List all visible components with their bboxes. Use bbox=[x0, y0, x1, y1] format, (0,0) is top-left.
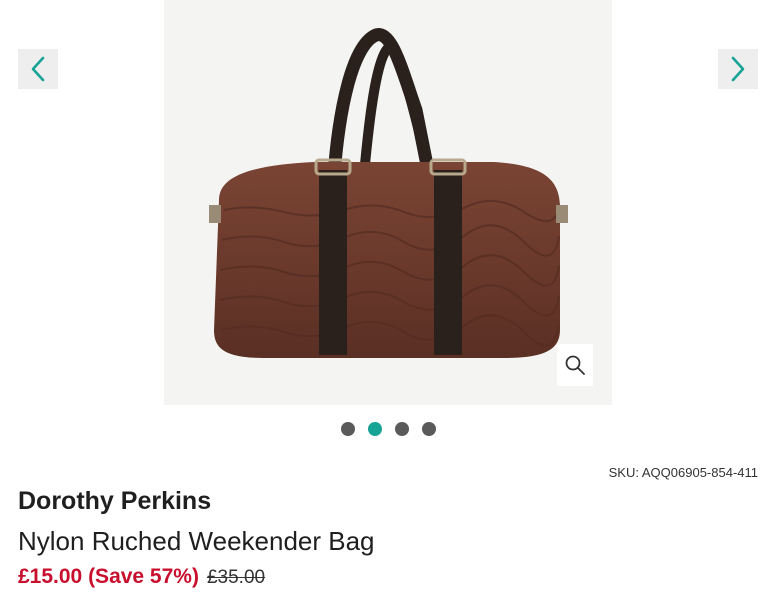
chevron-left-icon bbox=[31, 56, 45, 82]
product-title: Nylon Ruched Weekender Bag bbox=[18, 526, 375, 556]
product-image[interactable] bbox=[164, 0, 612, 405]
pagination-dot-active[interactable] bbox=[367, 422, 382, 436]
product-brand: Dorothy Perkins bbox=[18, 487, 212, 515]
pagination-dot[interactable] bbox=[340, 422, 355, 436]
pagination-dot[interactable] bbox=[394, 422, 409, 436]
product-image-gallery bbox=[0, 0, 776, 450]
sale-price: £15.00 (Save 57%) bbox=[18, 565, 199, 588]
bag-illustration bbox=[209, 28, 568, 358]
previous-image-button[interactable] bbox=[18, 49, 58, 89]
original-price: £35.00 bbox=[206, 567, 266, 588]
chevron-right-icon bbox=[731, 56, 745, 82]
image-pagination-dots bbox=[0, 422, 776, 438]
pagination-dot[interactable] bbox=[421, 422, 436, 436]
price-row: £15.00 (Save 57%) £35.00 bbox=[18, 565, 265, 589]
next-image-button[interactable] bbox=[718, 49, 758, 89]
zoom-button[interactable] bbox=[557, 344, 593, 386]
product-sku: SKU: AQQ06905-854-411 bbox=[608, 465, 758, 480]
search-icon bbox=[565, 355, 585, 375]
